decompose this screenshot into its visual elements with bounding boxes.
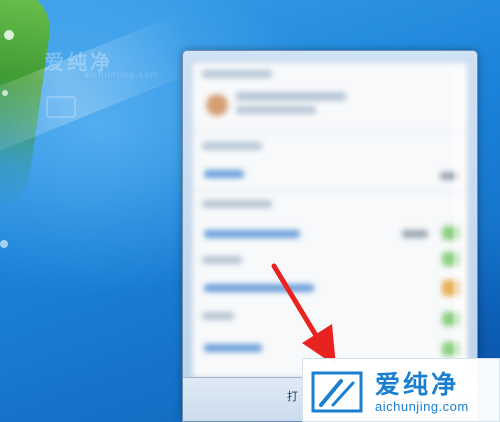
blurred-row [236, 106, 316, 114]
blurred-avatar [206, 94, 228, 116]
brand-watermark: 爱纯净 aichunjing.com [302, 358, 500, 422]
blurred-link [204, 344, 262, 352]
brand-name: 爱纯净 [375, 370, 460, 399]
blurred-separator [192, 132, 468, 133]
wallpaper-sparkle [2, 90, 8, 96]
blurred-row [202, 70, 272, 78]
popup-scrollbar[interactable] [453, 69, 465, 369]
blurred-link [204, 284, 314, 292]
wallpaper-sparkle [0, 240, 8, 248]
desktop-watermark-sub: aichunjing.com [84, 70, 159, 79]
blurred-link [204, 230, 300, 238]
blurred-value [402, 230, 428, 238]
popup-blurred-content [191, 61, 469, 379]
blurred-row [202, 142, 262, 150]
brand-url: aichunjing.com [375, 399, 469, 414]
blurred-row [236, 92, 346, 101]
blurred-row [202, 256, 242, 264]
open-network-center-link[interactable]: 打 [287, 388, 298, 404]
aichunjing-logo-icon [311, 371, 363, 413]
wallpaper-sparkle [4, 30, 14, 40]
blurred-separator [192, 190, 468, 191]
blurred-row [202, 312, 234, 320]
blurred-link [204, 170, 244, 178]
blurred-row [202, 200, 272, 208]
desktop-watermark-logo-icon [46, 96, 76, 118]
